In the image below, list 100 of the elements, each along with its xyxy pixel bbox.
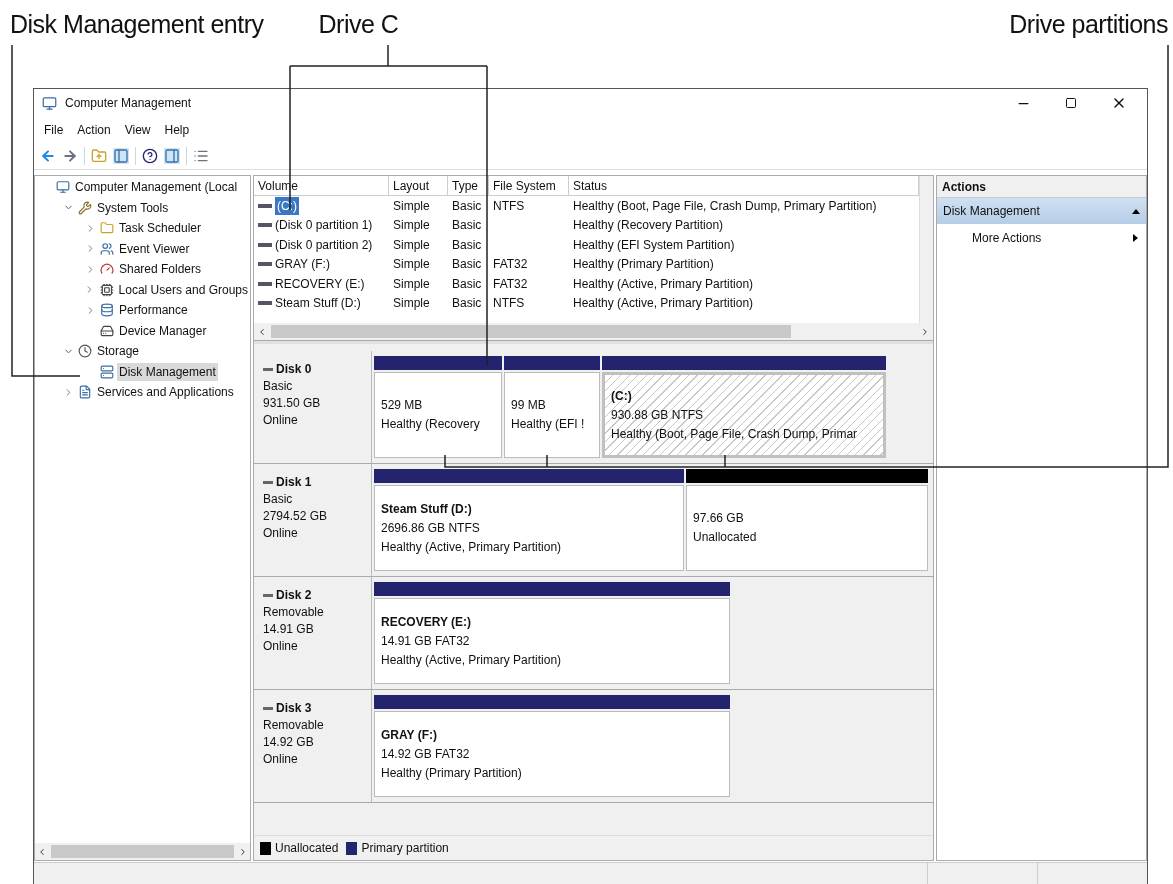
- column-header[interactable]: Layout: [389, 176, 448, 195]
- table-cell-text: FAT32: [493, 275, 528, 293]
- volume-drive-icon: [258, 262, 272, 267]
- services-icon: [100, 364, 114, 379]
- partition-text: 14.91 GB FAT32: [381, 632, 471, 650]
- partition-text: Healthy (Active, Primary Partition): [381, 651, 563, 669]
- partition-text: 14.92 GB FAT32: [381, 745, 471, 763]
- volume-drive-icon: [258, 281, 272, 286]
- table-cell[interactable]: Steam Stuff (D:): [275, 294, 361, 313]
- app-icon: [42, 95, 57, 111]
- disk-name: Disk 0: [276, 361, 312, 378]
- tree-item[interactable]: Computer Management (Local: [73, 178, 240, 197]
- column-header[interactable]: File System: [489, 176, 569, 195]
- menu-item[interactable]: Action: [77, 120, 111, 139]
- partition-box[interactable]: Steam Stuff (D:) 2696.86 GB NTFS Healthy (Active, Primary Partition): [374, 485, 684, 571]
- partition-box[interactable]: RECOVERY (E:) 14.91 GB FAT32 Healthy (Active, Primary Partition): [374, 598, 730, 684]
- partition-box[interactable]: GRAY (F:) 14.92 GB FAT32 Healthy (Primary Partition): [374, 711, 730, 797]
- table-cell-text: Basic: [452, 217, 482, 235]
- table-cell-text: Simple: [393, 236, 430, 254]
- table-cell-text: Basic: [452, 197, 482, 215]
- menu-item[interactable]: Help: [164, 120, 190, 139]
- tree-item[interactable]: Event Viewer: [117, 239, 192, 258]
- actions-section[interactable]: Disk Management: [937, 198, 1146, 224]
- volume-drive-icon: [258, 242, 272, 247]
- table-cell-text: NTFS: [493, 295, 525, 313]
- partition-box[interactable]: 529 MB Healthy (Recovery: [374, 372, 502, 458]
- disk-type: Basic: [263, 491, 294, 508]
- disk-type: Removable: [263, 717, 325, 734]
- column-header[interactable]: Type: [448, 176, 489, 195]
- annotation-label: Drive partitions: [1009, 9, 1168, 40]
- tree-item[interactable]: Services and Applications: [95, 383, 236, 402]
- folder-up-icon[interactable]: [91, 147, 107, 164]
- partition-box[interactable]: 97.66 GB Unallocated: [686, 485, 928, 571]
- partition-text: 99 MB: [511, 397, 547, 414]
- disk-type: Basic: [263, 378, 294, 395]
- table-cell-text: Simple: [393, 275, 430, 293]
- tree-item[interactable]: Shared Folders: [117, 260, 204, 279]
- tree-item[interactable]: Disk Management: [117, 362, 218, 381]
- partition-box[interactable]: 99 MB Healthy (EFI !: [504, 372, 600, 458]
- tree-item[interactable]: System Tools: [95, 198, 171, 217]
- scroll-left-icon[interactable]: [37, 846, 47, 857]
- partition-text: Healthy (Boot, Page File, Crash Dump, Primar: [611, 425, 859, 443]
- scrollbar[interactable]: [35, 843, 250, 860]
- partition-text: Healthy (Active, Primary Partition): [381, 538, 563, 556]
- table-cell[interactable]: (Disk 0 partition 1): [275, 216, 373, 235]
- table-cell[interactable]: GRAY (F:): [275, 255, 330, 274]
- help-icon[interactable]: [142, 147, 158, 164]
- disk-name: Disk 1: [276, 474, 312, 491]
- scroll-left-icon[interactable]: [257, 326, 267, 337]
- tree-item[interactable]: Task Scheduler: [117, 219, 204, 238]
- device-icon: [99, 282, 114, 297]
- table-cell-text: FAT32: [493, 256, 528, 274]
- disk-status: Online: [263, 638, 299, 655]
- table-cell-text: Basic: [452, 236, 482, 254]
- disk-name: Disk 3: [276, 700, 312, 717]
- clock-icon: [78, 344, 92, 359]
- maximize-icon[interactable]: [1065, 97, 1077, 109]
- disk-size: 2794.52 GB: [263, 508, 329, 525]
- table-cell-text: Healthy (Boot, Page File, Crash Dump, Primary Partition): [573, 197, 877, 215]
- table-cell-text: Simple: [393, 256, 430, 274]
- table-cell[interactable]: (Disk 0 partition 2): [275, 235, 373, 254]
- action-pane-icon[interactable]: [164, 147, 180, 164]
- tree-item[interactable]: Storage: [95, 342, 142, 361]
- partition-box[interactable]: (C:) 930.88 GB NTFS Healthy (Boot, Page File, Crash Dump, Primar: [602, 372, 886, 458]
- disk-status: Online: [263, 412, 299, 429]
- actions-header: Actions: [937, 176, 1146, 198]
- submenu-arrow-icon: [1133, 234, 1138, 242]
- table-cell-text: Simple: [393, 197, 430, 215]
- partition-name: RECOVERY (E:): [381, 613, 472, 631]
- scroll-right-icon[interactable]: [238, 846, 248, 857]
- volume-drive-icon: [258, 301, 272, 306]
- table-cell-text: Basic: [452, 256, 482, 274]
- annotation-label: Drive C: [318, 9, 399, 40]
- disk-size: 14.92 GB: [263, 734, 315, 751]
- collapse-icon[interactable]: [1132, 208, 1140, 214]
- table-cell-text: NTFS: [493, 197, 525, 215]
- gauge-icon: [100, 262, 114, 277]
- partition-text: Healthy (EFI !: [511, 416, 586, 433]
- disk-name: Disk 2: [276, 587, 312, 604]
- table-cell[interactable]: RECOVERY (E:): [275, 274, 365, 293]
- users-icon: [100, 241, 114, 256]
- table-cell-text: Healthy (Active, Primary Partition): [573, 275, 754, 293]
- scrollbar[interactable]: [254, 323, 933, 340]
- back-icon[interactable]: [40, 147, 56, 164]
- menu-item[interactable]: View: [124, 120, 151, 139]
- disk-status: Online: [263, 525, 299, 542]
- table-cell-text: Healthy (Active, Primary Partition): [573, 295, 754, 313]
- forward-icon[interactable]: [62, 147, 78, 164]
- partition-text: 2696.86 GB NTFS: [381, 519, 481, 537]
- scrollbar[interactable]: [919, 176, 933, 323]
- tree-item[interactable]: Local Users and Groups: [116, 280, 250, 299]
- action-item[interactable]: More Actions: [937, 224, 1146, 252]
- disk-status: Online: [263, 751, 299, 768]
- table-cell-text: Simple: [393, 217, 430, 235]
- menu-item[interactable]: File: [44, 120, 64, 139]
- tree-pane-icon[interactable]: [113, 147, 129, 164]
- tree-item[interactable]: Device Manager: [117, 321, 209, 340]
- window-title: Computer Management: [65, 95, 192, 112]
- scroll-right-icon[interactable]: [920, 326, 930, 337]
- tree-item[interactable]: Performance: [117, 301, 190, 320]
